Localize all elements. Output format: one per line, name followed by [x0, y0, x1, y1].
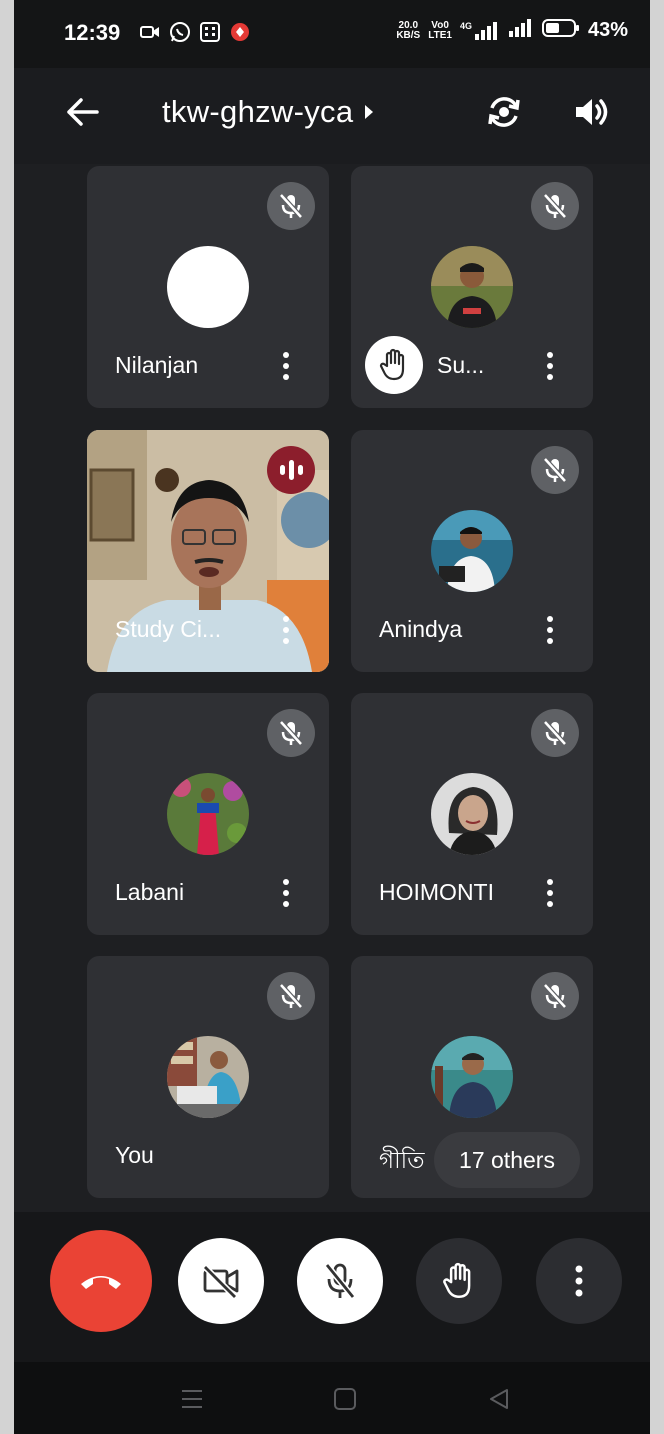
avatar [167, 773, 249, 855]
avatar [431, 1036, 513, 1118]
signal-icon [508, 18, 534, 43]
participant-more-button[interactable] [535, 610, 565, 650]
battery-percent: 43% [587, 19, 628, 41]
meeting-info-button[interactable]: tkw-ghzw-yca [162, 94, 375, 130]
back-button[interactable] [62, 92, 102, 132]
status-bar: 12:39 20.0 KB/S Vo0 LTE1 4G 43% [14, 0, 650, 68]
participant-more-button[interactable] [535, 346, 565, 386]
camera-switch-icon [488, 97, 520, 127]
raise-hand-icon [443, 1262, 471, 1298]
system-navigation-bar [14, 1362, 650, 1434]
camera-off-icon [202, 1264, 239, 1299]
net-speed-value: 20.0 [398, 19, 419, 31]
network-type: 4G [459, 20, 472, 31]
camera-toggle-button[interactable] [178, 1238, 264, 1324]
speaker-icon [576, 99, 608, 125]
participant-name: Anindya [379, 616, 463, 642]
more-vertical-icon [575, 1265, 583, 1297]
muted-mic-icon [531, 709, 579, 757]
muted-mic-icon [267, 182, 315, 230]
participant-video-tile[interactable]: Study Ci... [87, 430, 329, 672]
avatar [167, 1036, 249, 1118]
participant-tile[interactable]: Labani [87, 693, 329, 935]
more-options-button[interactable] [536, 1238, 622, 1324]
net-speed: 20.0 KB/S [396, 19, 421, 41]
end-call-button[interactable] [50, 1230, 152, 1332]
home-button[interactable] [330, 1384, 360, 1414]
participant-more-button[interactable] [271, 346, 301, 386]
microphone-toggle-button[interactable] [297, 1238, 383, 1324]
participant-tile[interactable]: HOIMONTI [351, 693, 593, 935]
muted-mic-icon [531, 446, 579, 494]
menu-lines-icon [182, 1390, 202, 1408]
app-notification-icon [228, 20, 252, 44]
participant-name: HOIMONTI [379, 879, 494, 905]
home-square-icon [334, 1388, 356, 1410]
signal-4g-icon: 4G [460, 21, 500, 41]
participant-name: Study Ci... [115, 616, 222, 642]
speaking-indicator-icon [267, 446, 315, 494]
participant-more-button[interactable] [535, 873, 565, 913]
participant-tile[interactable]: Anindya [351, 430, 593, 672]
phone-screen: 12:39 20.0 KB/S Vo0 LTE1 4G 43% tkw-ghzw… [14, 0, 650, 1434]
avatar [431, 510, 513, 592]
avatar [431, 773, 513, 855]
whatsapp-icon [168, 20, 192, 44]
participant-name: Su... [437, 352, 485, 378]
muted-mic-icon [531, 972, 579, 1020]
raised-hand-icon [379, 348, 405, 381]
audio-output-button[interactable] [570, 90, 614, 134]
meeting-code: tkw-ghzw-yca [162, 94, 354, 129]
volte-label: Vo0 LTE1 [428, 19, 452, 41]
meeting-header: tkw-ghzw-yca [14, 68, 650, 164]
battery-icon [541, 18, 580, 43]
mic-off-icon [324, 1263, 356, 1299]
self-tile[interactable]: You [87, 956, 329, 1198]
video-notification-icon [138, 20, 162, 44]
triangle-back-icon [490, 1389, 508, 1409]
status-time: 12:39 [64, 20, 121, 45]
back-nav-button[interactable] [484, 1384, 514, 1414]
switch-camera-button[interactable] [482, 90, 526, 134]
participant-tile[interactable]: Su... [351, 166, 593, 408]
raised-hand-badge [365, 336, 423, 394]
avatar [167, 246, 249, 328]
avatar [431, 246, 513, 328]
participant-tile[interactable]: Nilanjan [87, 166, 329, 408]
participant-name: You [115, 1142, 154, 1168]
calculator-icon [198, 20, 222, 44]
call-controls [14, 1212, 650, 1362]
others-participants-button[interactable]: 17 others [434, 1132, 580, 1188]
participant-more-button[interactable] [271, 610, 301, 650]
participant-more-button[interactable] [271, 873, 301, 913]
net-speed-unit: KB/S [396, 29, 421, 41]
recents-button[interactable] [177, 1384, 207, 1414]
volte-top: Vo0 [431, 19, 449, 31]
raise-hand-button[interactable] [416, 1238, 502, 1324]
participant-name: Labani [115, 879, 185, 905]
participant-name: গীতি [379, 1147, 425, 1173]
status-right-cluster: 20.0 KB/S Vo0 LTE1 4G 43% [396, 18, 628, 43]
muted-mic-icon [267, 972, 315, 1020]
notification-icons [138, 20, 252, 44]
muted-mic-icon [531, 182, 579, 230]
volte-bottom: LTE1 [428, 29, 452, 41]
participant-name: Nilanjan [115, 352, 199, 378]
muted-mic-icon [267, 709, 315, 757]
hang-up-icon [81, 1276, 121, 1289]
arrow-left-icon [67, 98, 99, 126]
caret-right-icon [365, 105, 374, 119]
